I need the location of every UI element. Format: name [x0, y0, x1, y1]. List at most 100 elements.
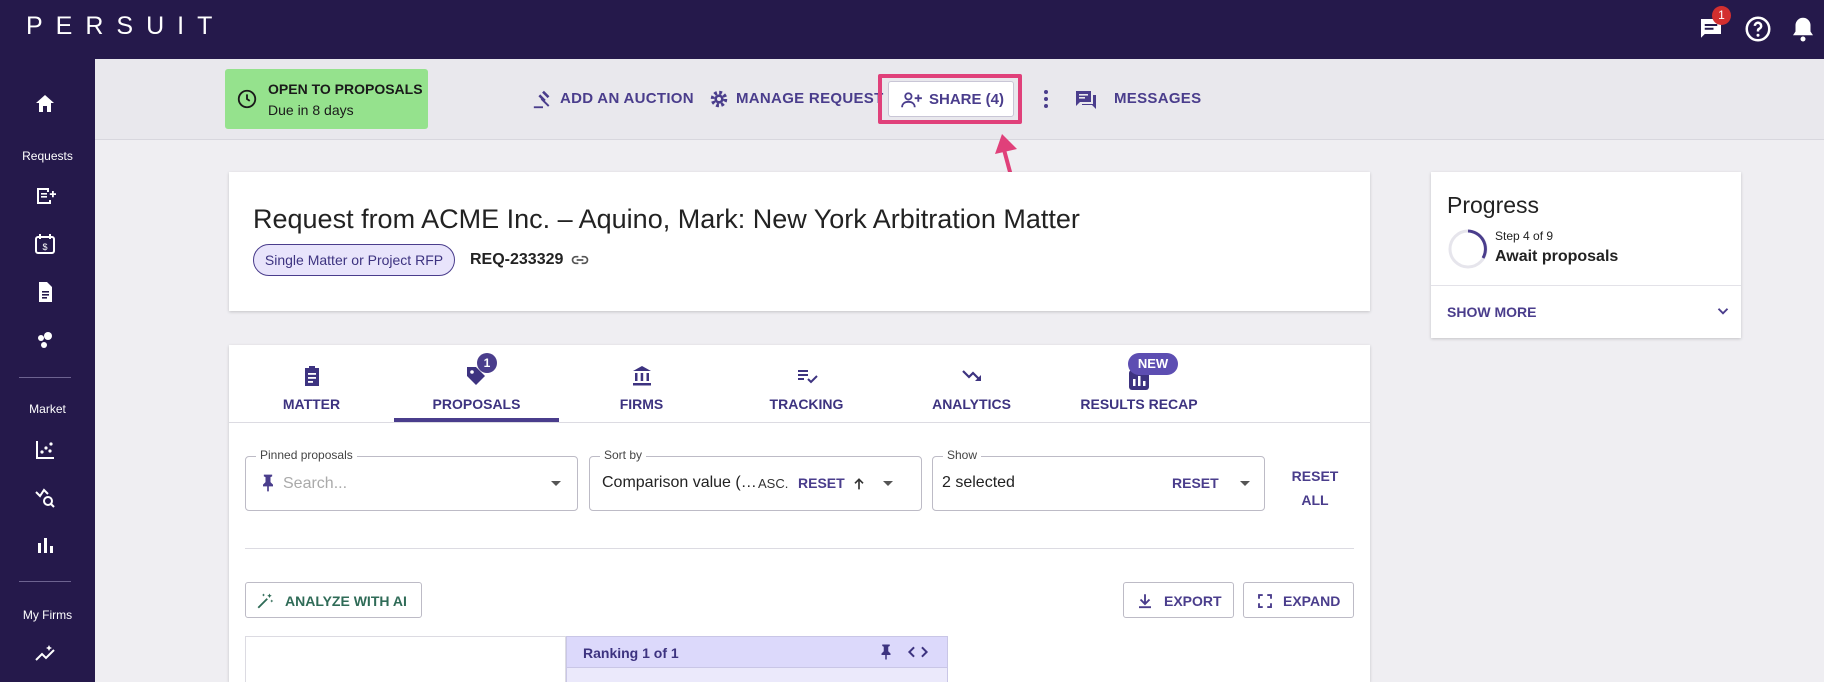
chevron-down-icon[interactable]	[1714, 302, 1732, 320]
gavel-icon	[533, 90, 550, 109]
pin-icon[interactable]	[877, 643, 895, 661]
svg-text:$: $	[42, 242, 47, 252]
clipboard-icon	[305, 366, 319, 386]
clock-icon	[237, 89, 257, 109]
new-request-icon[interactable]	[33, 184, 57, 208]
sidebar: Requests $ Market My Firms	[0, 59, 95, 682]
sort-by-select[interactable]: Sort by Comparison value (… ASC. RESET	[589, 448, 922, 511]
bell-icon[interactable]	[1788, 14, 1818, 44]
request-title: Request from ACME Inc. – Aquino, Mark: N…	[253, 204, 1080, 234]
sidebar-section-requests: Requests	[22, 149, 73, 163]
download-icon	[1139, 594, 1151, 609]
persuit-logo[interactable]: PERSUIT	[26, 12, 225, 41]
chat-icon	[1076, 91, 1096, 109]
request-type-chip: Single Matter or Project RFP	[253, 244, 455, 276]
reset-all-button[interactable]: RESET ALL	[1290, 464, 1340, 512]
ranking-column-header: Ranking 1 of 1	[566, 636, 948, 668]
filters-divider	[245, 548, 1354, 549]
show-value: 2 selected	[942, 474, 1015, 491]
scatter-chart-icon[interactable]	[33, 438, 57, 462]
more-vert-icon[interactable]	[1036, 88, 1056, 110]
pin-icon	[263, 474, 273, 492]
expand-button[interactable]: EXPAND	[1243, 582, 1354, 618]
show-reset-button[interactable]: RESET	[1172, 475, 1219, 491]
progress-divider	[1431, 285, 1741, 286]
show-more-button[interactable]: SHOW MORE	[1447, 304, 1536, 320]
sort-reset-button[interactable]: RESET	[798, 475, 845, 491]
fullscreen-icon	[1258, 594, 1272, 608]
arrow-up-icon[interactable]	[851, 476, 867, 492]
tab-analytics[interactable]: ANALYTICS	[889, 364, 1054, 422]
tab-proposals-label: PROPOSALS	[432, 396, 521, 412]
add-auction-button[interactable]: ADD AN AUCTION	[532, 88, 694, 110]
export-label: EXPORT	[1164, 593, 1222, 609]
request-header-card	[229, 172, 1370, 311]
home-icon[interactable]	[33, 92, 57, 116]
request-id: REQ-233329	[470, 251, 564, 268]
bubbles-icon[interactable]	[33, 328, 57, 352]
status-chip: OPEN TO PROPOSALS Due in 8 days	[225, 69, 428, 129]
share-label: SHARE (4)	[929, 91, 1005, 108]
tab-results-recap-label: RESULTS RECAP	[1080, 396, 1198, 412]
active-tab-indicator	[394, 418, 559, 422]
sidebar-section-my-firms: My Firms	[22, 608, 73, 622]
notification-badge: 1	[1712, 6, 1731, 25]
tabs-divider	[229, 422, 1370, 423]
sidebar-divider	[19, 581, 71, 582]
trending-down-icon	[962, 370, 981, 381]
sort-direction: ASC.	[758, 476, 789, 491]
tab-proposals[interactable]: PROPOSALS	[394, 364, 559, 422]
show-label: Show	[943, 448, 982, 462]
bank-icon	[633, 366, 651, 386]
sidebar-section-market: Market	[29, 402, 66, 416]
bar-chart-icon[interactable]	[33, 533, 57, 557]
checklist-icon	[798, 370, 818, 384]
market-search-icon[interactable]	[33, 485, 57, 509]
progress-step: Step 4 of 9	[1495, 229, 1554, 243]
expand-label: EXPAND	[1283, 593, 1341, 609]
proposals-count-badge: 1	[477, 353, 497, 373]
share-button[interactable]: SHARE (4)	[888, 81, 1014, 117]
chevron-down-icon[interactable]	[1240, 481, 1250, 486]
magic-wand-icon	[257, 593, 274, 609]
tab-firms-label: FIRMS	[619, 396, 664, 412]
tab-tracking-label: TRACKING	[769, 396, 844, 412]
comparison-table-row-labels	[245, 636, 566, 682]
insights-icon[interactable]	[33, 642, 57, 666]
sort-by-label: Sort by	[600, 448, 647, 462]
manage-request-button[interactable]: MANAGE REQUEST	[708, 88, 883, 110]
document-icon[interactable]	[33, 280, 57, 304]
show-select[interactable]: Show 2 selected RESET	[932, 448, 1265, 511]
tab-tracking[interactable]: TRACKING	[724, 364, 889, 422]
link-icon[interactable]	[570, 252, 590, 268]
progress-step-name: Await proposals	[1495, 248, 1619, 265]
messages-button[interactable]: MESSAGES	[1074, 88, 1201, 110]
pinned-proposals-label: Pinned proposals	[256, 448, 357, 462]
add-person-icon	[901, 92, 922, 108]
messages-label: MESSAGES	[1114, 90, 1202, 107]
status-due: Due in 8 days	[268, 102, 354, 118]
manage-request-label: MANAGE REQUEST	[736, 90, 884, 107]
top-bar: PERSUIT 1	[0, 0, 1824, 59]
tab-matter[interactable]: MATTER	[229, 364, 394, 422]
sort-by-value: Comparison value (…	[602, 474, 757, 491]
add-auction-label: ADD AN AUCTION	[560, 90, 694, 107]
chevron-down-icon[interactable]	[883, 481, 893, 486]
export-button[interactable]: EXPORT	[1123, 582, 1234, 618]
tab-analytics-label: ANALYTICS	[932, 396, 1011, 412]
calendar-dollar-icon[interactable]: $	[33, 232, 57, 256]
code-arrows-icon[interactable]	[907, 644, 929, 660]
analyze-with-ai-button[interactable]: ANALYZE WITH AI	[245, 582, 422, 618]
new-feature-badge: NEW	[1128, 353, 1178, 375]
gear-icon	[710, 90, 728, 108]
ranking-column-body	[566, 668, 948, 682]
help-icon[interactable]	[1743, 14, 1773, 44]
chevron-down-icon[interactable]	[551, 481, 561, 486]
analyze-label: ANALYZE WITH AI	[285, 593, 407, 609]
tab-matter-label: MATTER	[282, 396, 341, 412]
tab-firms[interactable]: FIRMS	[559, 364, 724, 422]
progress-title: Progress	[1447, 192, 1540, 218]
pinned-search-input[interactable]: Search...	[283, 475, 347, 493]
progress-ring	[1448, 229, 1488, 269]
pinned-proposals-select[interactable]: Pinned proposals Search...	[245, 448, 578, 511]
